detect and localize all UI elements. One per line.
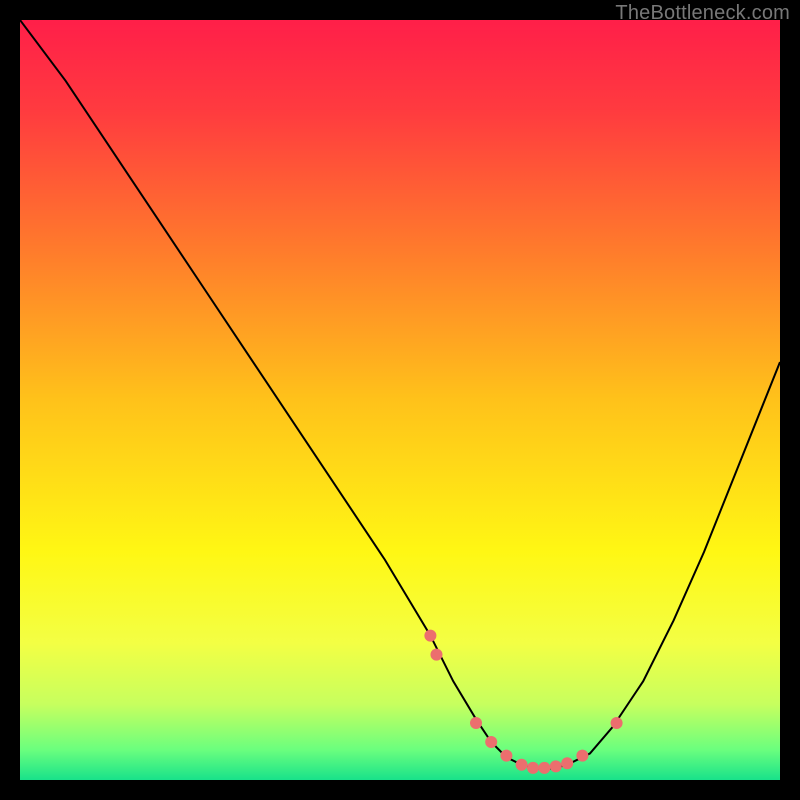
marker-point (611, 717, 623, 729)
marker-point (576, 750, 588, 762)
marker-point (485, 736, 497, 748)
marker-point (470, 717, 482, 729)
gradient-background (20, 20, 780, 780)
marker-point (516, 759, 528, 771)
chart-frame: TheBottleneck.com (0, 0, 800, 800)
marker-point (500, 750, 512, 762)
marker-point (561, 757, 573, 769)
marker-point (550, 760, 562, 772)
chart-svg (20, 20, 780, 780)
marker-point (424, 630, 436, 642)
marker-point (430, 649, 442, 661)
marker-point (527, 762, 539, 774)
marker-point (538, 762, 550, 774)
